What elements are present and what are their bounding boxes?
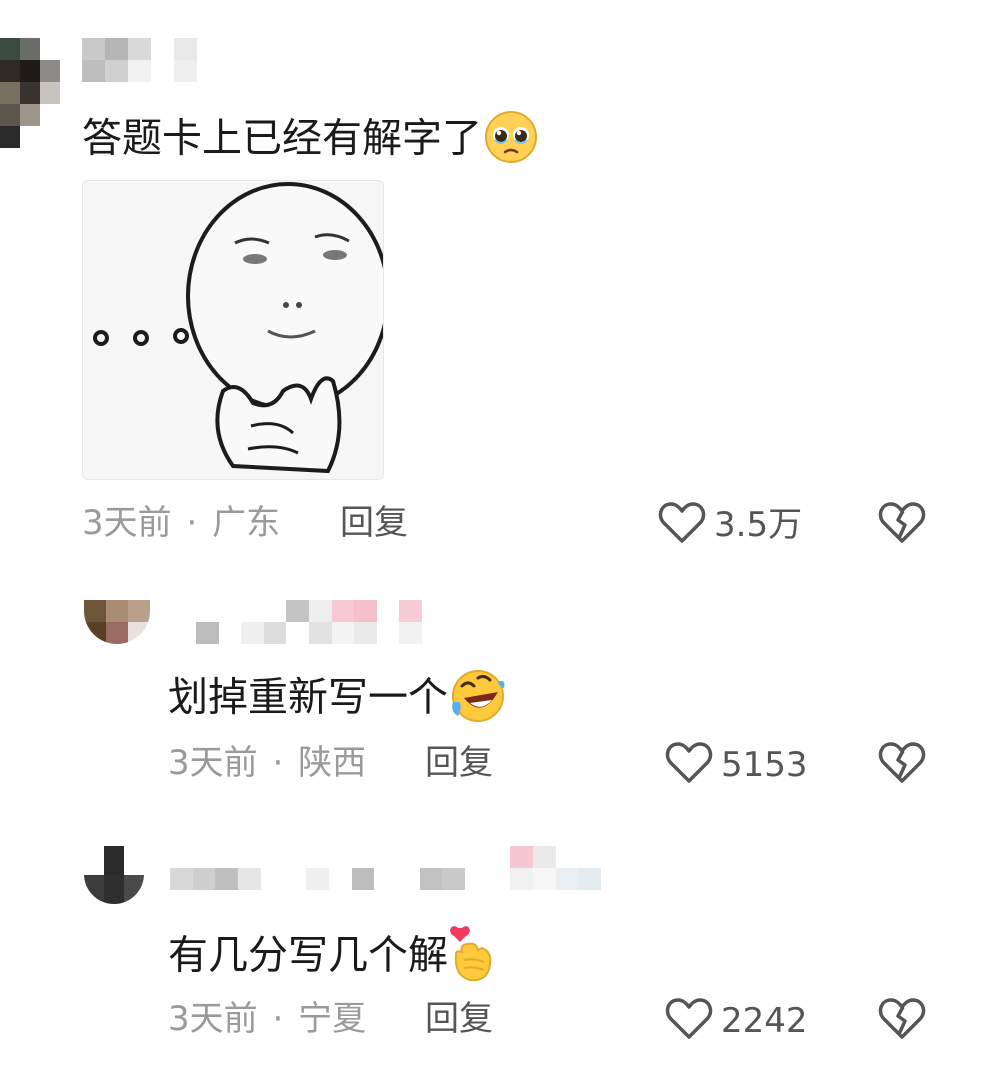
username[interactable] bbox=[170, 846, 602, 890]
avatar[interactable] bbox=[84, 600, 150, 644]
finger-heart-emoji bbox=[448, 924, 494, 991]
comment-time: 3天前 bbox=[82, 503, 172, 543]
heart-outline-icon bbox=[665, 996, 713, 1046]
comment-time: 3天前 bbox=[168, 999, 258, 1039]
comment-location: 广东 bbox=[212, 503, 281, 543]
comment-text: 有几分写几个解 bbox=[168, 924, 494, 991]
avatar[interactable] bbox=[84, 846, 144, 904]
comment-list: 答题卡上已经有解字了 3天前 · 广东 回复 3.5万 划掉重新写一个 3天前 … bbox=[0, 0, 982, 1065]
like-button[interactable]: 3.5万 bbox=[658, 500, 802, 550]
comment-location: 宁夏 bbox=[298, 999, 367, 1039]
comment-meta: 3天前 · 广东 bbox=[82, 506, 280, 540]
meta-separator: · bbox=[186, 503, 198, 543]
avatar[interactable] bbox=[0, 38, 60, 148]
like-count: 2242 bbox=[721, 1001, 808, 1041]
comment-location: 陕西 bbox=[298, 743, 367, 783]
broken-heart-icon[interactable] bbox=[878, 740, 926, 788]
username[interactable] bbox=[82, 38, 197, 82]
comment-text-content: 答题卡上已经有解字了 bbox=[82, 115, 482, 162]
comment-text: 划掉重新写一个 bbox=[168, 668, 508, 731]
reply-button[interactable]: 回复 bbox=[425, 1002, 493, 1036]
rolling-on-floor-laughing-emoji bbox=[448, 668, 508, 731]
heart-outline-icon bbox=[658, 500, 706, 550]
comment-meta: 3天前 · 陕西 bbox=[168, 746, 366, 780]
like-count: 5153 bbox=[721, 745, 808, 785]
pleading-face-emoji bbox=[482, 110, 540, 171]
thinking-meme-sticker[interactable] bbox=[82, 180, 384, 480]
meta-separator: · bbox=[272, 743, 284, 783]
reply-button[interactable]: 回复 bbox=[340, 506, 408, 540]
comment-text-content: 有几分写几个解 bbox=[168, 932, 448, 979]
comment-time: 3天前 bbox=[168, 743, 258, 783]
broken-heart-icon[interactable] bbox=[878, 996, 926, 1044]
meta-separator: · bbox=[272, 999, 284, 1039]
like-button[interactable]: 5153 bbox=[665, 740, 808, 790]
like-button[interactable]: 2242 bbox=[665, 996, 808, 1046]
comment-text-content: 划掉重新写一个 bbox=[168, 674, 448, 721]
comment-text: 答题卡上已经有解字了 bbox=[82, 110, 540, 171]
username[interactable] bbox=[196, 600, 422, 644]
comment-meta: 3天前 · 宁夏 bbox=[168, 1002, 366, 1036]
reply-button[interactable]: 回复 bbox=[425, 746, 493, 780]
broken-heart-icon[interactable] bbox=[878, 500, 926, 548]
heart-outline-icon bbox=[665, 740, 713, 790]
like-count: 3.5万 bbox=[714, 505, 803, 545]
